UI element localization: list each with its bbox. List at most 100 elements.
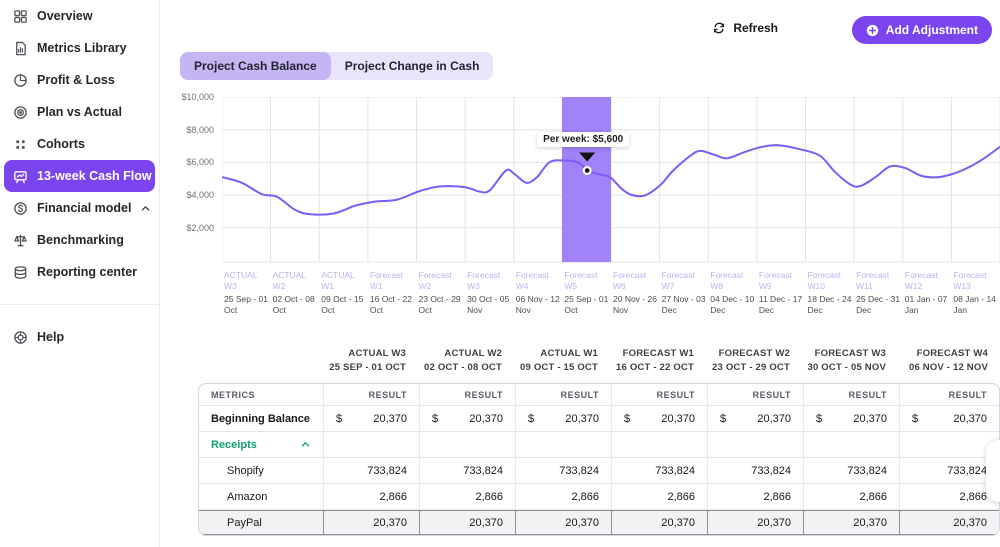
currency-symbol: $ [720,412,727,425]
table-scroll-affordance[interactable] [986,440,1000,502]
sidebar-item-overview[interactable]: Overview [4,0,155,32]
tab-project-cash-balance[interactable]: Project Cash Balance [180,52,331,80]
add-adjustment-button[interactable]: Add Adjustment [851,16,992,44]
table-cell: 733,824 [419,458,515,483]
x-tick-actual-w2: ACTUAL W2 02 Oct - 08 Oct [271,270,320,316]
cell-value: 20,370 [373,412,407,425]
table-week-headers: ACTUAL W3 25 SEP - 01 OCT ACTUAL W2 02 OCT … [322,347,1000,376]
cell-value: 20,370 [953,412,987,425]
sidebar-item-label: Reporting center [37,265,138,279]
sidebar-item-cohorts[interactable]: Cohorts [4,128,155,160]
x-tick-actual-w1: ACTUAL W1 09 Oct - 15 Oct [319,270,368,316]
topbar: Refresh Add Adjustment [160,0,1000,60]
column-name: ACTUAL W3 [348,348,406,359]
x-tick-forecast-w10: Forecast W10 18 Dec - 24 Dec [806,270,855,316]
week-name: ACTUAL W3 [224,270,258,292]
table-cell: 20,370 [899,510,999,535]
metric-label-paypal: PayPal [199,510,323,535]
column-name: FORECAST W1 [622,348,694,359]
x-tick-forecast-w4: Forecast W4 06 Nov - 12 Nov [514,270,563,316]
table-column-header-actual-w1: ACTUAL W1 09 OCT - 15 OCT [514,347,610,376]
chart-tooltip: Per week: $5,600 [537,131,630,147]
sidebar-item-label: Financial model [37,201,132,215]
column-name: FORECAST W3 [814,348,886,359]
sidebar-item-metrics-library[interactable]: Metrics Library [4,32,155,64]
sidebar-item-label: Plan vs Actual [37,105,122,119]
table-column-header-forecast-w3: FORECAST W3 30 OCT - 05 NOV [802,347,898,376]
table-cell: 733,824 [803,458,899,483]
sidebar-item-profit-loss[interactable]: Profit & Loss [4,64,155,96]
sidebar-item-label: Help [37,330,65,344]
sidebar-item-label: Metrics Library [37,41,127,55]
table-cell: 20,370 [515,510,611,535]
week-dates: 25 Dec - 31 Dec [856,294,901,316]
x-tick-forecast-w12: Forecast W12 01 Jan - 07 Jan [903,270,952,316]
column-name: FORECAST W2 [718,348,790,359]
cash-flow-table: METRICS RESULT RESULT RESULT RESULT RESULT RES… [198,383,1000,536]
sidebar-item-financial-model[interactable]: Financial model [4,192,155,224]
app-window: Overview Metrics Library Profit & Loss Plan… [0,0,1000,547]
chevron-up-icon[interactable] [140,203,151,214]
column-dates: 30 OCT - 05 NOV [807,362,886,374]
refresh-button[interactable]: Refresh [712,21,778,35]
sidebar-item-benchmarking[interactable]: Benchmarking [4,224,155,256]
y-tick-label: $4,000 [186,190,214,201]
x-tick-forecast-w7: Forecast W7 27 Nov - 03 Dec [660,270,709,316]
table-cell [899,432,999,457]
tab-project-change-in-cash[interactable]: Project Change in Cash [331,52,494,80]
chart-plot[interactable]: Per week: $5,600 [222,97,1000,263]
table-cell: 733,824 [899,458,999,483]
table-cell: $20,370 [803,406,899,431]
week-dates: 01 Jan - 07 Jan [904,294,948,316]
column-name: ACTUAL W1 [540,348,598,359]
table-row-paypal[interactable]: PayPal 20,370 20,370 20,370 20,370 20,370 20,3… [199,509,999,535]
table-column-header-forecast-w2: FORECAST W2 23 OCT - 29 OCT [706,347,802,376]
result-header: RESULT [803,384,899,405]
result-header: RESULT [707,384,803,405]
week-name: Forecast W2 [418,270,452,292]
table-row-receipts[interactable]: Receipts [199,431,999,457]
column-name: FORECAST W4 [916,348,988,359]
table-cell: 20,370 [323,510,419,535]
x-tick-forecast-w2: Forecast W2 23 Oct - 29 Oct [417,270,466,316]
table-cell: $20,370 [899,406,999,431]
table-cell: 2,866 [707,484,803,509]
table-row-amazon[interactable]: Amazon 2,866 2,866 2,866 2,866 2,866 2,866 2,86… [199,483,999,509]
metric-label: Receipts [211,438,257,451]
sidebar-item-plan-vs-actual[interactable]: Plan vs Actual [4,96,155,128]
x-tick-forecast-w9: Forecast W9 11 Dec - 17 Dec [757,270,806,316]
sidebar-item-reporting-center[interactable]: Reporting center [4,256,155,288]
table-cell [803,432,899,457]
cell-value: 20,370 [757,412,791,425]
x-tick-forecast-w8: Forecast W8 04 Dec - 10 Dec [708,270,757,316]
column-dates: 16 OCT - 22 OCT [616,362,694,374]
metric-label-receipts[interactable]: Receipts [199,432,323,457]
week-name: Forecast W10 [807,270,841,292]
table-row-shopify[interactable]: Shopify 733,824 733,824 733,824 733,824 733,8… [199,457,999,483]
chart-tooltip-text: Per week: $5,600 [543,133,624,145]
sidebar-help-section: Help [0,321,159,353]
week-dates: 20 Nov - 26 Nov [613,294,657,316]
result-header: RESULT [611,384,707,405]
week-name: Forecast W3 [467,270,501,292]
table-cell: 733,824 [323,458,419,483]
sidebar-item-13-week-cash-flow[interactable]: 13-week Cash Flow [4,160,155,192]
table-cell: 2,866 [515,484,611,509]
sidebar-item-help[interactable]: Help [4,321,155,353]
week-name: Forecast W11 [856,270,890,292]
y-tick-label: $6,000 [186,157,214,168]
dots-grid-icon [12,136,28,152]
plus-circle-icon [866,24,879,37]
sidebar-item-label: Benchmarking [37,233,124,247]
table-cell: 2,866 [323,484,419,509]
cell-value: 20,370 [565,412,599,425]
dollar-circle-icon [12,200,28,216]
table-row-beginning-balance[interactable]: Beginning Balance $20,370 $20,370 $20,370 $2… [199,405,999,431]
metric-label-shopify: Shopify [199,458,323,483]
table-cell [611,432,707,457]
chevron-up-icon[interactable] [300,439,311,450]
table-cell [323,432,419,457]
currency-symbol: $ [816,412,823,425]
refresh-icon [712,21,726,35]
week-name: Forecast W8 [710,270,744,292]
